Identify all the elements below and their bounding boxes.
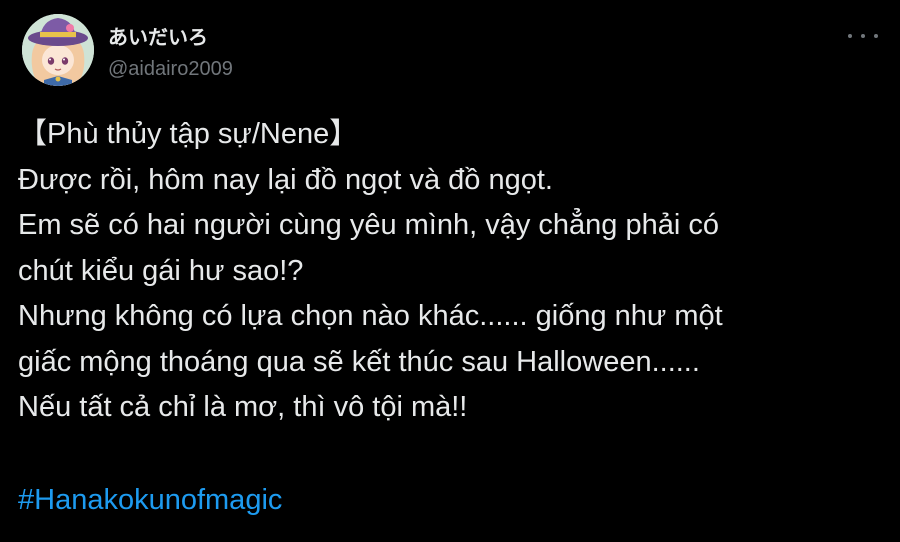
- tweet-text-line: Được rồi, hôm nay lại đồ ngọt và đồ ngọt…: [18, 163, 553, 196]
- avatar[interactable]: [22, 14, 94, 86]
- tweet-text-line: Em sẽ có hai người cùng yêu mình, vậy ch…: [18, 209, 719, 241]
- user-handle[interactable]: @aidairo2009: [108, 56, 233, 82]
- hashtag-link[interactable]: #Hanakokunofmagic: [18, 478, 282, 523]
- tweet-text: 【Phù thủy tập sự/Nene】 Được rồi, hôm nay…: [18, 112, 888, 431]
- tweet-text-line: Nếu tất cả chỉ là mơ, thì vô tội mà!!: [18, 391, 468, 423]
- tweet-text-line: Nhưng không có lựa chọn nào khác...... g…: [18, 300, 723, 332]
- avatar-image: [22, 14, 94, 86]
- tweet-header: あいだいろ @aidairo2009: [22, 14, 882, 90]
- author-names: あいだいろ @aidairo2009: [108, 24, 233, 82]
- more-dot: [861, 34, 865, 38]
- more-horizontal-icon[interactable]: [848, 26, 878, 46]
- more-dot: [874, 34, 878, 38]
- more-dot: [848, 34, 852, 38]
- display-name[interactable]: あいだいろ: [108, 24, 233, 50]
- tweet: あいだいろ @aidairo2009 【Phù thủy tập sự/Nene…: [0, 0, 900, 542]
- tweet-text-line: giấc mộng thoáng qua sẽ kết thúc sau Hal…: [18, 345, 700, 378]
- tweet-text-line: chút kiểu gái hư sao!?: [18, 254, 304, 287]
- tweet-text-line: 【Phù thủy tập sự/Nene】: [18, 118, 359, 150]
